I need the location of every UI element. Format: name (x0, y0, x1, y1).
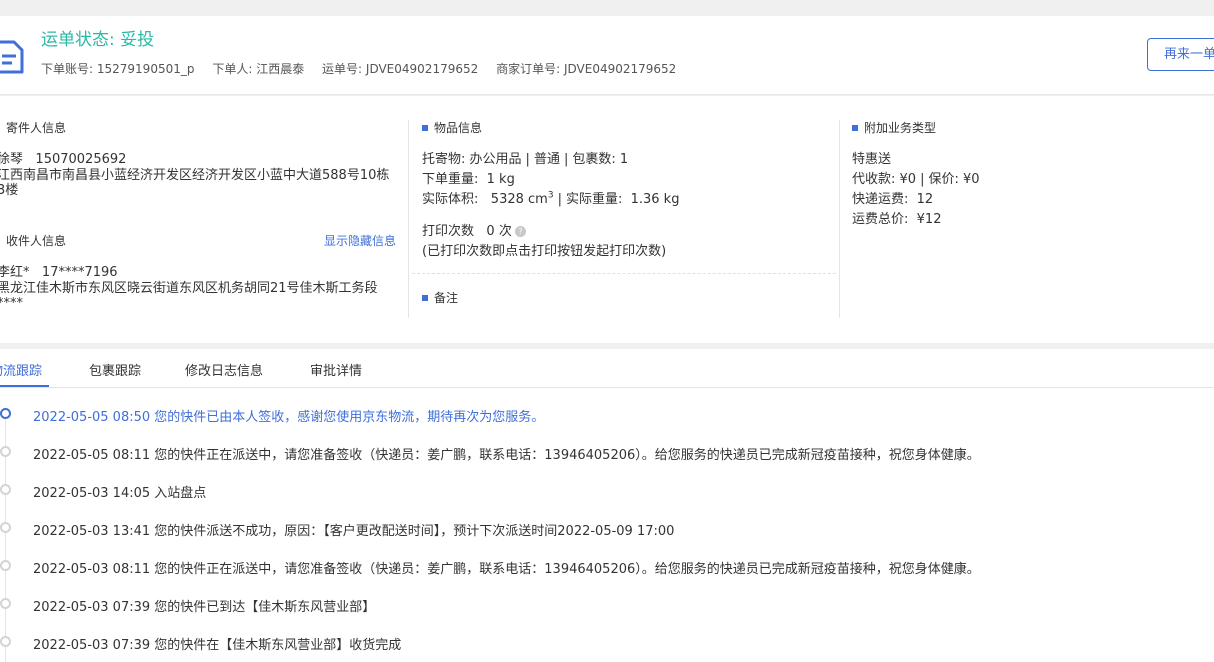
cargo-value: 办公用品 (469, 152, 522, 167)
section-marker (422, 125, 428, 131)
print-count: 0 次 (486, 224, 512, 239)
addon-cod-row: 代收款: ¥0 | 保价: ¥0 (852, 172, 980, 187)
tab-change-log[interactable]: 修改日志信息 (185, 360, 263, 379)
timeline-dot (0, 446, 11, 457)
column-divider (408, 120, 409, 318)
merchant-order-value: JDVE04902179652 (563, 62, 677, 76)
reorder-button[interactable]: 再来一单 (1147, 38, 1214, 71)
tab-logistics-tracking[interactable]: 物流跟踪 (0, 360, 42, 379)
timeline-dot (0, 560, 11, 571)
tracking-entry: 2022-05-03 07:39 您的快件已到达【佳木斯东风营业部】 (33, 600, 376, 615)
help-icon[interactable]: ? (514, 226, 526, 237)
sender-name: 徐琴 (0, 152, 24, 167)
order-weight-row: 下单重量: 1 kg (422, 172, 515, 187)
print-hint: (已打印次数即点击打印按钮发起打印次数) (422, 244, 667, 259)
section-divider (412, 273, 836, 274)
freight-value: 12 (916, 192, 934, 207)
active-tab-indicator (0, 385, 49, 387)
tracking-panel: 物流跟踪 包裹跟踪 修改日志信息 审批详情 2022-05-05 08:50 您… (0, 349, 1214, 662)
tracking-entry: 2022-05-05 08:11 您的快件正在派送中，请您准备签收（快递员：姜广… (33, 448, 980, 463)
addon-service: 特惠送 (852, 152, 892, 167)
orderer-value: 江西晨泰 (256, 62, 305, 76)
tab-package-tracking[interactable]: 包裹跟踪 (89, 360, 141, 379)
order-weight: 1 kg (486, 172, 515, 187)
sender-contact: 徐琴 15070025692 (0, 148, 126, 167)
timeline-dot (0, 598, 11, 609)
show-hidden-info-link[interactable]: 显示隐藏信息 (324, 232, 396, 249)
waybill-meta: 下单账号: 15279190501_p 下单人: 江西晨泰 运单号: JDVE0… (41, 60, 690, 77)
section-marker (422, 295, 428, 301)
tab-approval-details[interactable]: 审批详情 (310, 360, 362, 379)
timeline-dot (0, 408, 11, 419)
goods-title: 物品信息 (422, 119, 482, 136)
timeline-dot (0, 636, 11, 647)
print-count-row: 打印次数 0 次? (422, 220, 526, 239)
status-value: 妥投 (120, 30, 155, 50)
waybill-status: 运单状态: 妥投 (41, 25, 154, 50)
account-value: 15279190501_p (96, 62, 195, 76)
receiver-name: 李红* (0, 265, 30, 280)
sender-title: 寄件人信息 (6, 121, 67, 135)
waybill-info-panel: 寄件人信息 徐琴 15070025692 江西南昌市南昌县小蓝经济开发区经济开发… (0, 96, 1214, 343)
timeline-dot (0, 484, 11, 495)
actual-weight: 1.36 kg (630, 192, 680, 207)
cod-value: ¥0 (899, 172, 917, 187)
top-bar (0, 0, 1214, 16)
addon-freight-row: 快递运费: 12 (852, 192, 934, 207)
waybill-header: 运单状态: 妥投 下单账号: 15279190501_p 下单人: 江西晨泰 运… (0, 16, 1214, 95)
orderer-label: 下单人: (212, 62, 253, 76)
addon-title: 附加业务类型 (852, 119, 936, 136)
sender-phone: 15070025692 (35, 152, 127, 167)
receiver-title: 收件人信息 (6, 234, 67, 248)
waybill-number-label: 运单号: (322, 62, 363, 76)
tracking-entry: 2022-05-03 07:39 您的快件在【佳木斯东风营业部】收货完成 (33, 638, 402, 653)
status-label: 运单状态: (41, 30, 115, 50)
document-icon (0, 40, 24, 74)
tracking-entry: 2022-05-03 08:11 您的快件正在派送中，请您准备签收（快递员：姜广… (33, 562, 980, 577)
goods-cargo-row: 托寄物: 办公用品 | 普通 | 包裹数: 1 (422, 152, 629, 167)
actual-measure-row: 实际体积: 5328 cm3 | 实际重量: 1.36 kg (422, 190, 680, 207)
total-value: ¥12 (916, 212, 942, 227)
receiver-phone: 17****7196 (41, 265, 118, 280)
column-divider (839, 120, 840, 318)
account-label: 下单账号: (41, 62, 94, 76)
tab-bar: 物流跟踪 包裹跟踪 修改日志信息 审批详情 (0, 349, 1214, 388)
insure-value: ¥0 (963, 172, 980, 187)
receiver-contact: 李红* 17****7196 (0, 261, 118, 280)
timeline-dot (0, 522, 11, 533)
merchant-order-label: 商家订单号: (496, 62, 561, 76)
tracking-entry: 2022-05-03 14:05 入站盘点 (33, 486, 207, 501)
receiver-address: 黑龙江佳木斯市东风区晓云街道东风区机务胡同21号佳木斯工务段**** (0, 281, 378, 311)
sender-address: 江西南昌市南昌县小蓝经济开发区经济开发区小蓝中大道588号10栋3楼 (0, 168, 390, 198)
waybill-number-value: JDVE04902179652 (365, 62, 479, 76)
cargo-type: 普通 (533, 152, 560, 167)
tracking-entry: 2022-05-05 08:50 您的快件已由本人签收，感谢您使用京东物流，期待… (33, 410, 545, 425)
actual-volume: 5328 cm (490, 192, 548, 207)
remark-title: 备注 (422, 289, 458, 306)
addon-total-row: 运费总价: ¥12 (852, 212, 942, 227)
tracking-entry: 2022-05-03 13:41 您的快件派送不成功，原因：【客户更改配送时间】… (33, 524, 675, 539)
package-count: 1 (619, 152, 629, 167)
section-marker (852, 125, 858, 131)
